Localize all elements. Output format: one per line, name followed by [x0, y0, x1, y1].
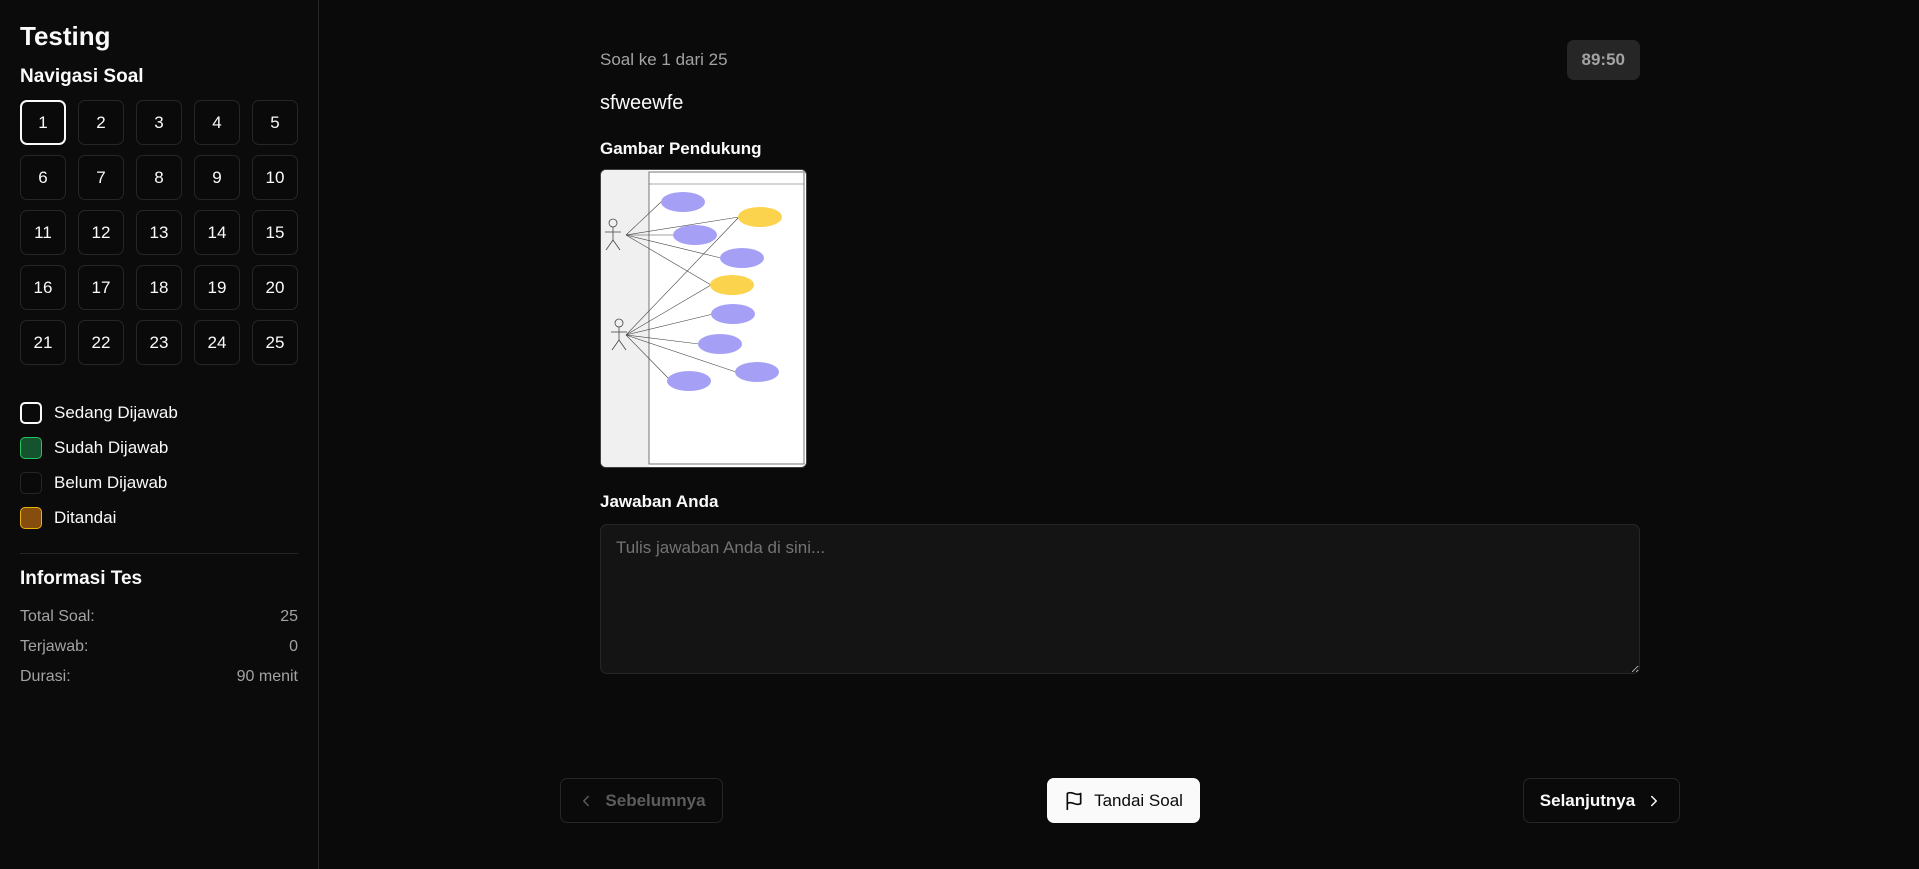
legend-flagged: Ditandai [20, 500, 298, 535]
info-total-value: 25 [280, 608, 298, 625]
question-panel: Soal ke 1 dari 25 89:50 sfweewfe Gambar … [600, 40, 1640, 679]
question-button-15[interactable]: 15 [252, 210, 298, 255]
flag-icon [1064, 791, 1084, 811]
info-answered-label: Terjawab: [20, 638, 89, 655]
legend-current: Sedang Dijawab [20, 395, 298, 430]
flag-question-button[interactable]: Tandai Soal [1047, 778, 1200, 823]
flag-label: Tandai Soal [1094, 790, 1183, 810]
legend-current-label: Sedang Dijawab [54, 402, 178, 422]
legend-flagged-label: Ditandai [54, 507, 117, 527]
next-label: Selanjutnya [1539, 790, 1636, 810]
answer-textarea[interactable] [600, 524, 1640, 674]
info-answered: Terjawab: 0 [20, 632, 298, 662]
question-button-17[interactable]: 17 [78, 265, 124, 310]
sidebar: Testing Navigasi Soal 1 2 3 4 5 6 7 8 9 10 11 12 13 1… [0, 0, 319, 869]
info-duration-label: Durasi: [20, 668, 71, 685]
question-button-19[interactable]: 19 [194, 265, 240, 310]
previous-button[interactable]: Sebelumnya [560, 778, 723, 823]
legend-unanswered: Belum Dijawab [20, 465, 298, 500]
question-button-9[interactable]: 9 [194, 155, 240, 200]
use-case-diagram [601, 170, 806, 467]
legend: Sedang Dijawab Sudah Dijawab Belum Dijaw… [20, 395, 298, 535]
info-total-label: Total Soal: [20, 608, 95, 625]
legend-unanswered-label: Belum Dijawab [54, 472, 168, 492]
chevron-right-icon [1645, 792, 1663, 810]
divider [20, 553, 298, 554]
question-button-16[interactable]: 16 [20, 265, 66, 310]
answer-label: Jawaban Anda [600, 492, 719, 511]
question-button-4[interactable]: 4 [194, 100, 240, 145]
app-title: Testing [20, 21, 111, 51]
legend-answered: Sudah Dijawab [20, 430, 298, 465]
question-button-11[interactable]: 11 [20, 210, 66, 255]
previous-label: Sebelumnya [605, 790, 706, 810]
navigation-title: Navigasi Soal [20, 66, 144, 87]
question-button-23[interactable]: 23 [136, 320, 182, 365]
question-button-20[interactable]: 20 [252, 265, 298, 310]
question-button-14[interactable]: 14 [194, 210, 240, 255]
footer-navigation: Sebelumnya Tandai Soal Selanjutnya [560, 778, 1680, 823]
info-total: Total Soal: 25 [20, 602, 298, 632]
question-button-7[interactable]: 7 [78, 155, 124, 200]
current-swatch [20, 401, 42, 424]
legend-answered-label: Sudah Dijawab [54, 437, 169, 457]
chevron-left-icon [577, 792, 595, 810]
question-button-3[interactable]: 3 [136, 100, 182, 145]
question-header: Soal ke 1 dari 25 89:50 [600, 40, 1640, 80]
info-duration: Durasi: 90 menit [20, 662, 298, 692]
question-grid: 1 2 3 4 5 6 7 8 9 10 11 12 13 14 15 16 17 18 19 20 21 22 23 24 2… [20, 100, 298, 365]
question-button-13[interactable]: 13 [136, 210, 182, 255]
question-text: sfweewfe [600, 92, 684, 114]
question-button-25[interactable]: 25 [252, 320, 298, 365]
question-button-5[interactable]: 5 [252, 100, 298, 145]
question-button-21[interactable]: 21 [20, 320, 66, 365]
image-label: Gambar Pendukung [600, 139, 762, 158]
supporting-image[interactable] [600, 169, 807, 468]
question-button-24[interactable]: 24 [194, 320, 240, 365]
unanswered-swatch [20, 471, 42, 494]
info-title: Informasi Tes [20, 568, 143, 589]
question-button-6[interactable]: 6 [20, 155, 66, 200]
info-answered-value: 0 [289, 638, 298, 655]
question-button-2[interactable]: 2 [78, 100, 124, 145]
answered-swatch [20, 436, 42, 459]
question-button-18[interactable]: 18 [136, 265, 182, 310]
question-button-22[interactable]: 22 [78, 320, 124, 365]
info-duration-value: 90 menit [236, 668, 298, 685]
flagged-swatch [20, 506, 42, 529]
question-button-8[interactable]: 8 [136, 155, 182, 200]
question-button-1[interactable]: 1 [20, 100, 66, 145]
question-button-10[interactable]: 10 [252, 155, 298, 200]
question-button-12[interactable]: 12 [78, 210, 124, 255]
timer: 89:50 [1566, 40, 1640, 80]
next-button[interactable]: Selanjutnya [1523, 778, 1680, 823]
question-counter: Soal ke 1 dari 25 [600, 50, 728, 69]
